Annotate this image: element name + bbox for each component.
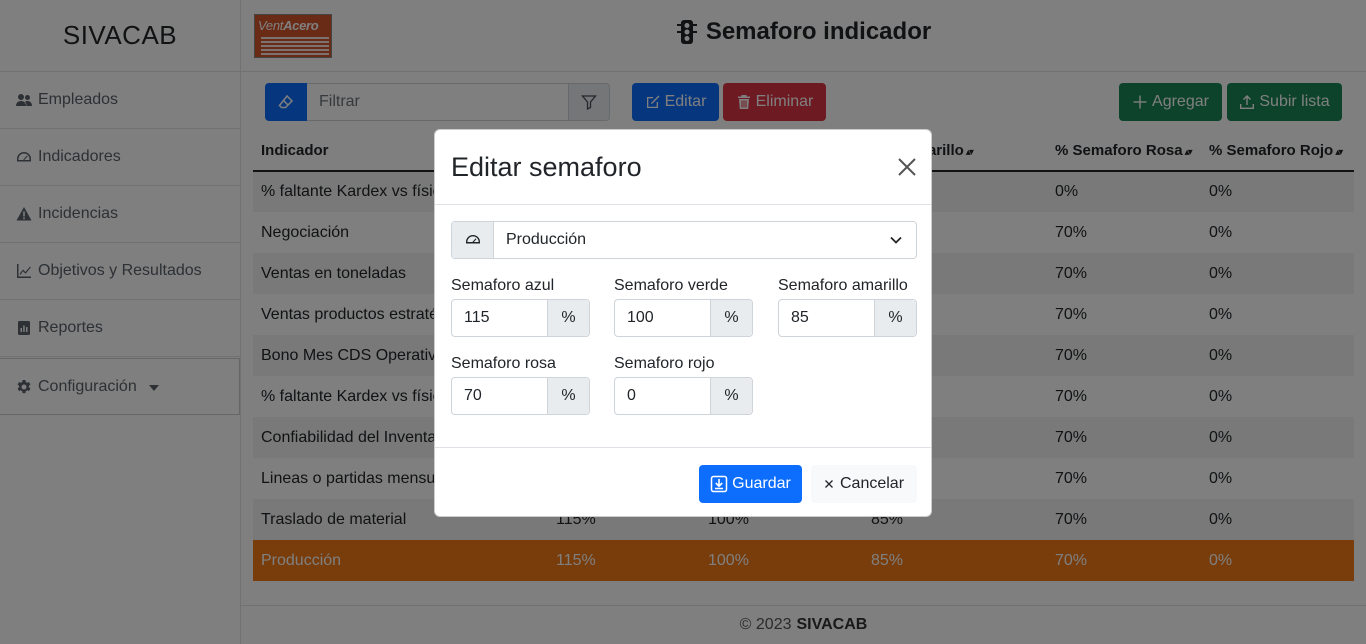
percent-addon: %	[874, 300, 916, 336]
percent-addon: %	[547, 300, 589, 336]
modal-body: Producción Semaforo azul 115 % Semaforo …	[435, 205, 931, 447]
modal-header: Editar semaforo	[435, 130, 931, 205]
field-label: Semaforo amarillo	[778, 277, 908, 294]
edit-semaforo-modal: Editar semaforo Producción Semaforo azul…	[434, 129, 932, 517]
indicator-select-value: Producción	[506, 231, 587, 248]
modal-title: Editar semaforo	[451, 152, 642, 182]
field-semaforo-amarillo: Semaforo amarillo 85 %	[778, 277, 917, 337]
semaforo-azul-input[interactable]: 115 %	[451, 299, 590, 337]
field-semaforo-rojo: Semaforo rojo 0 %	[614, 355, 753, 415]
percent-addon: %	[710, 300, 752, 336]
semaforo-amarillo-input[interactable]: 85 %	[778, 299, 917, 337]
chevron-down-icon	[876, 222, 916, 258]
field-label: Semaforo verde	[614, 277, 728, 294]
percent-addon: %	[547, 378, 589, 414]
field-semaforo-azul: Semaforo azul 115 %	[451, 277, 590, 337]
semaforo-rosa-input[interactable]: 70 %	[451, 377, 590, 415]
save-button[interactable]: Guardar	[699, 465, 802, 503]
field-label: Semaforo rosa	[451, 355, 556, 372]
field-semaforo-verde: Semaforo verde 100 %	[614, 277, 753, 337]
modal-footer: Guardar Cancelar	[435, 447, 931, 518]
download-save-icon	[710, 475, 728, 493]
x-icon	[825, 480, 833, 488]
close-icon[interactable]	[897, 157, 917, 177]
field-label: Semaforo rojo	[614, 355, 715, 372]
speedometer-icon	[452, 222, 494, 258]
cancel-button[interactable]: Cancelar	[811, 465, 917, 503]
indicator-select[interactable]: Producción	[451, 221, 917, 259]
semaforo-rojo-input[interactable]: 0 %	[614, 377, 753, 415]
field-semaforo-rosa: Semaforo rosa 70 %	[451, 355, 590, 415]
percent-addon: %	[710, 378, 752, 414]
semaforo-verde-input[interactable]: 100 %	[614, 299, 753, 337]
field-label: Semaforo azul	[451, 277, 555, 294]
